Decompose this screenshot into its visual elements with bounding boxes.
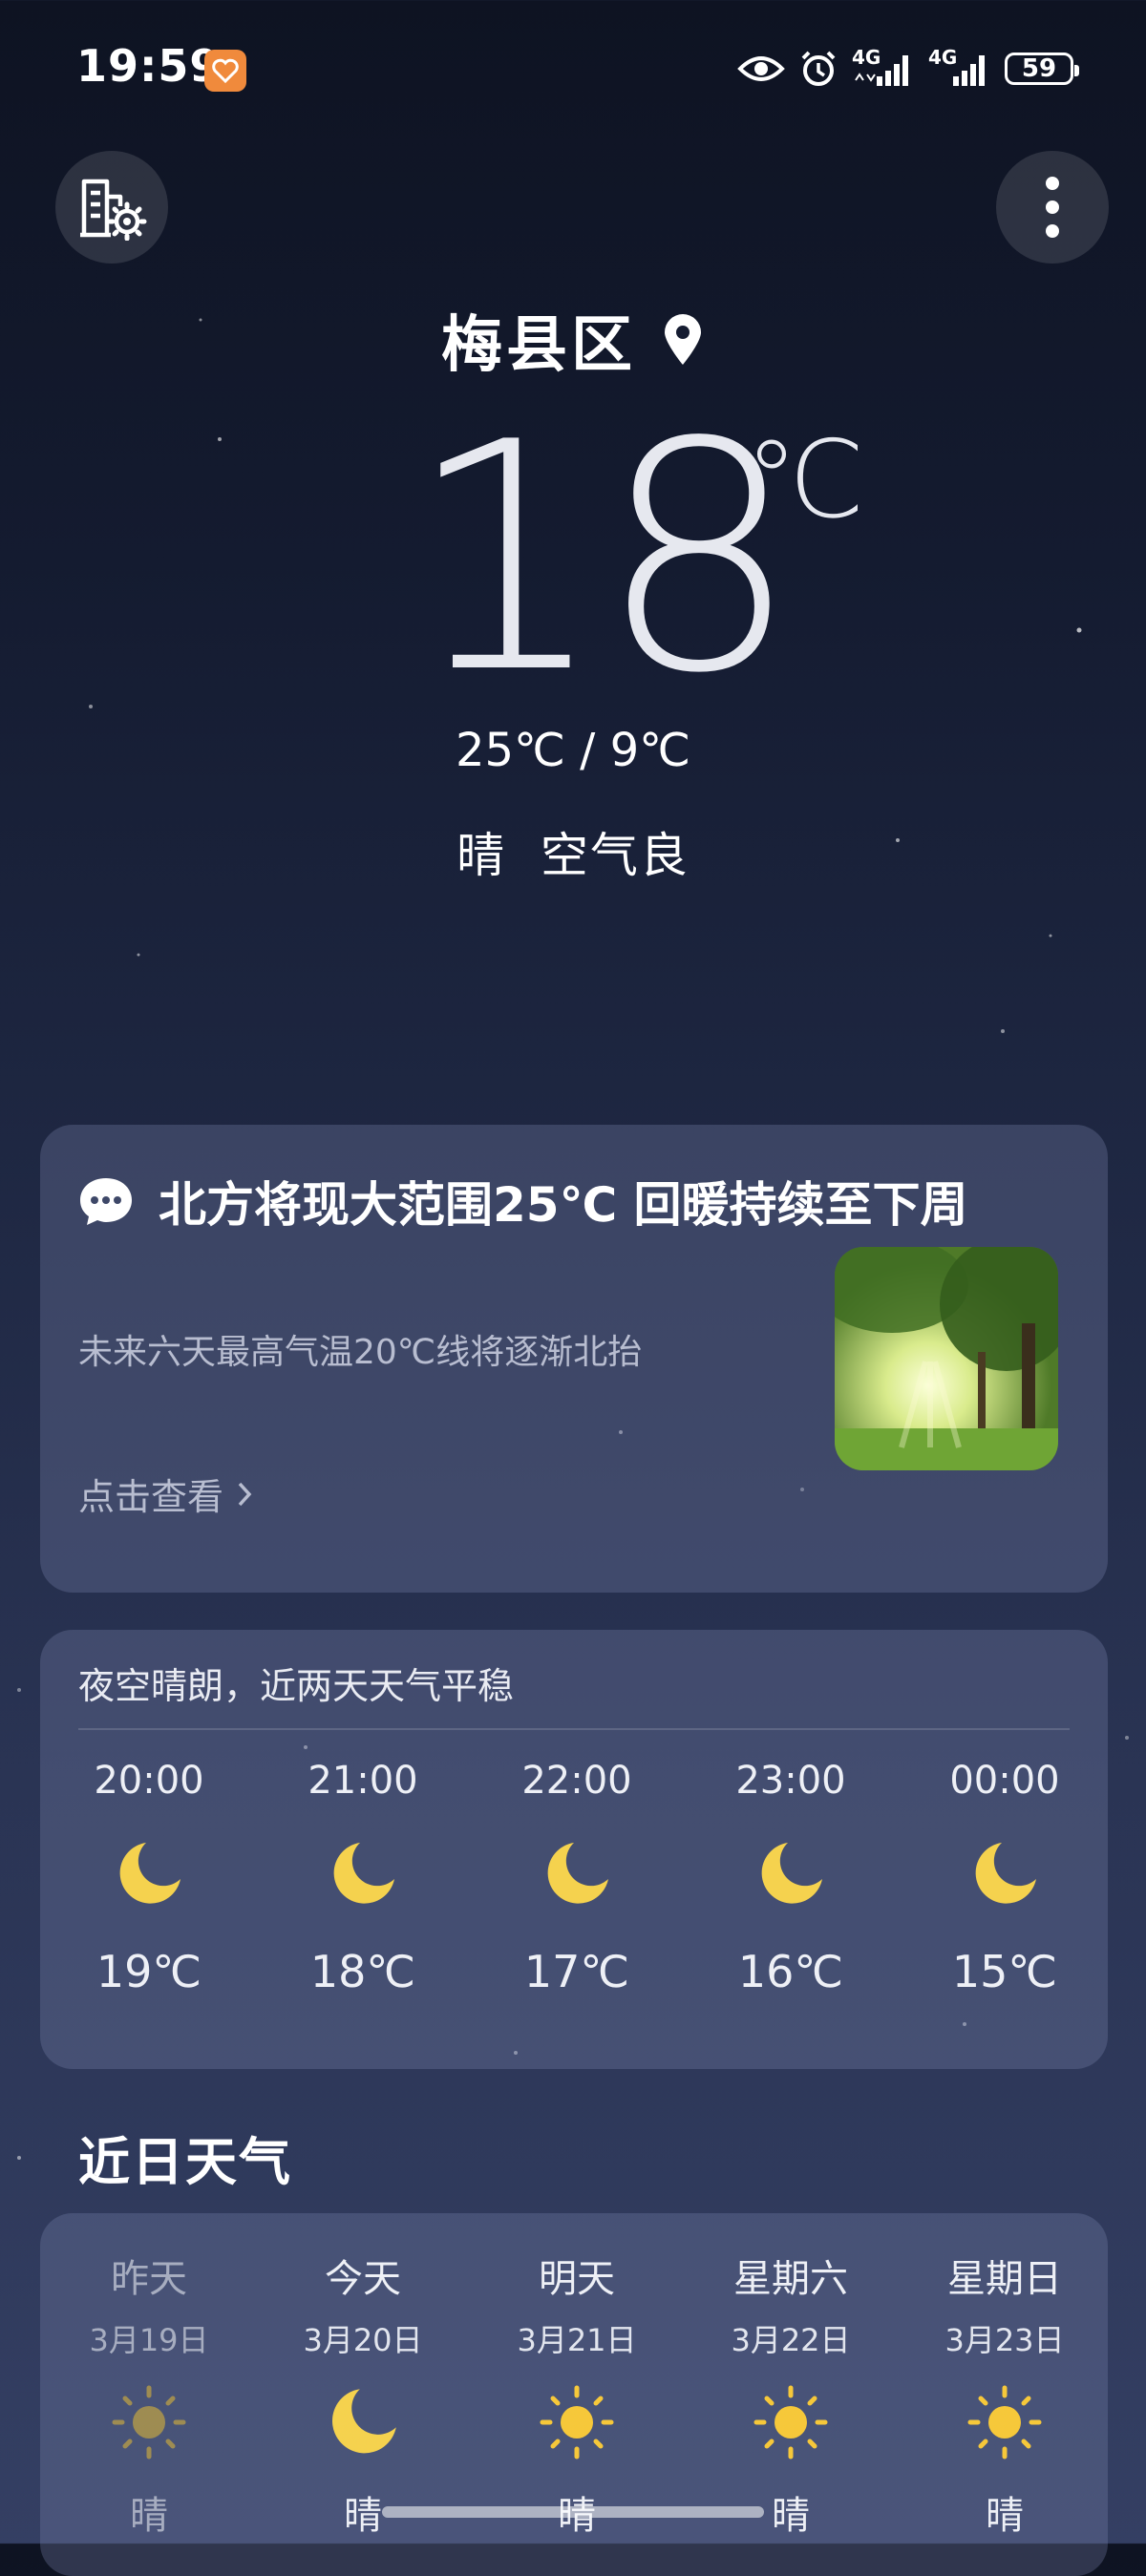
day-name: 明天 — [539, 2257, 615, 2301]
hourly-item: 23:00 16℃ — [695, 1759, 886, 1997]
weather-condition: 晴 — [456, 828, 507, 883]
home-indicator[interactable] — [382, 2506, 764, 2518]
hour-time: 21:00 — [308, 1759, 418, 1803]
moon-icon — [267, 2360, 458, 2484]
sun-icon — [53, 2360, 244, 2484]
sun-icon — [695, 2360, 886, 2484]
city-name: 梅县区 — [441, 310, 636, 381]
day-name: 星期六 — [733, 2257, 848, 2301]
daily-item[interactable]: 星期六 3月22日 晴 — [695, 2248, 886, 2540]
news-link[interactable]: 点击查看 — [78, 1467, 254, 1520]
daily-item[interactable]: 星期日 3月23日 晴 — [909, 2248, 1100, 2540]
temperature-unit: ℃ — [745, 418, 865, 542]
hourly-item: 21:00 18℃ — [267, 1759, 458, 1997]
hour-temp: 17℃ — [523, 1946, 630, 1997]
day-date: 3月21日 — [517, 2322, 637, 2358]
hour-time: 20:00 — [94, 1759, 204, 1803]
daily-section-title: 近日天气 — [78, 2132, 292, 2192]
temperature-value: 18 — [406, 375, 799, 742]
hour-temp: 15℃ — [951, 1946, 1058, 1997]
daily-item[interactable]: 昨天 3月19日 晴 — [53, 2248, 244, 2540]
signal-4g-icon: 4G — [852, 46, 915, 90]
day-name: 今天 — [325, 2257, 401, 2301]
status-time: 19:59 — [76, 40, 222, 92]
moon-icon — [909, 1803, 1100, 1946]
hourly-item: 22:00 17℃ — [481, 1759, 672, 1997]
status-icons: 4G 4G 59 — [737, 44, 1079, 94]
battery-icon: 59 — [1005, 53, 1079, 85]
news-title: 北方将现大范围25℃ 回暖持续至下周 — [159, 1177, 968, 1233]
city-management-button[interactable] — [55, 151, 168, 264]
hour-temp: 16℃ — [737, 1946, 844, 1997]
day-condition: 晴 — [986, 2494, 1024, 2538]
network-label-1: 4G — [852, 46, 881, 69]
network-label-2: 4G — [928, 46, 958, 69]
day-date: 3月23日 — [944, 2322, 1065, 2358]
location-header[interactable]: 梅县区 — [0, 296, 1146, 384]
hourly-item: 00:00 15℃ — [909, 1759, 1100, 1997]
signal-4g-icon-2: 4G — [928, 46, 991, 90]
hourly-item: 20:00 19℃ — [53, 1759, 244, 1997]
divider — [78, 1728, 1070, 1730]
city-settings-icon — [80, 179, 147, 241]
air-quality[interactable]: 空气良 — [541, 828, 690, 883]
day-condition: 晴 — [130, 2494, 168, 2538]
hourly-summary: 夜空晴朗，近两天天气平稳 — [78, 1665, 515, 1707]
sun-icon — [909, 2360, 1100, 2484]
sun-icon — [481, 2360, 672, 2484]
hour-temp: 19℃ — [96, 1946, 202, 1997]
chat-bubble-icon — [80, 1178, 132, 1225]
location-pin-icon — [665, 314, 701, 365]
day-date: 3月19日 — [89, 2322, 209, 2358]
news-thumbnail[interactable] — [835, 1247, 1058, 1470]
daily-item[interactable]: 今天 3月20日 晴 — [267, 2248, 458, 2540]
daily-item[interactable]: 明天 3月21日 晴 — [481, 2248, 672, 2540]
hour-time: 22:00 — [521, 1759, 632, 1803]
news-link-label: 点击查看 — [78, 1476, 224, 1518]
moon-icon — [267, 1803, 458, 1946]
condition-line: 晴 空气良 — [0, 817, 1146, 886]
news-subtitle: 未来六天最高气温20℃线将逐渐北抬 — [78, 1333, 643, 1372]
day-name: 昨天 — [111, 2257, 187, 2301]
hour-time: 23:00 — [735, 1759, 846, 1803]
moon-icon — [481, 1803, 672, 1946]
forest-image — [835, 1247, 1058, 1470]
current-temperature: 18 ℃ — [0, 401, 1146, 716]
day-date: 3月22日 — [731, 2322, 851, 2358]
hour-time: 00:00 — [949, 1759, 1060, 1803]
temperature-range: 25℃ / 9℃ — [455, 724, 691, 777]
health-app-icon — [204, 50, 246, 92]
eye-icon — [737, 53, 785, 84]
alarm-icon — [798, 49, 838, 89]
hour-temp: 18℃ — [309, 1946, 416, 1997]
moon-icon — [695, 1803, 886, 1946]
chevron-right-icon — [238, 1482, 252, 1506]
moon-icon — [53, 1803, 244, 1946]
battery-level: 59 — [1021, 54, 1057, 83]
more-options-button[interactable] — [996, 151, 1109, 264]
more-vertical-icon — [1046, 177, 1059, 238]
news-header[interactable]: 北方将现大范围25℃ 回暖持续至下周 — [78, 1167, 968, 1235]
day-date: 3月20日 — [303, 2322, 423, 2358]
day-name: 星期日 — [947, 2257, 1062, 2301]
